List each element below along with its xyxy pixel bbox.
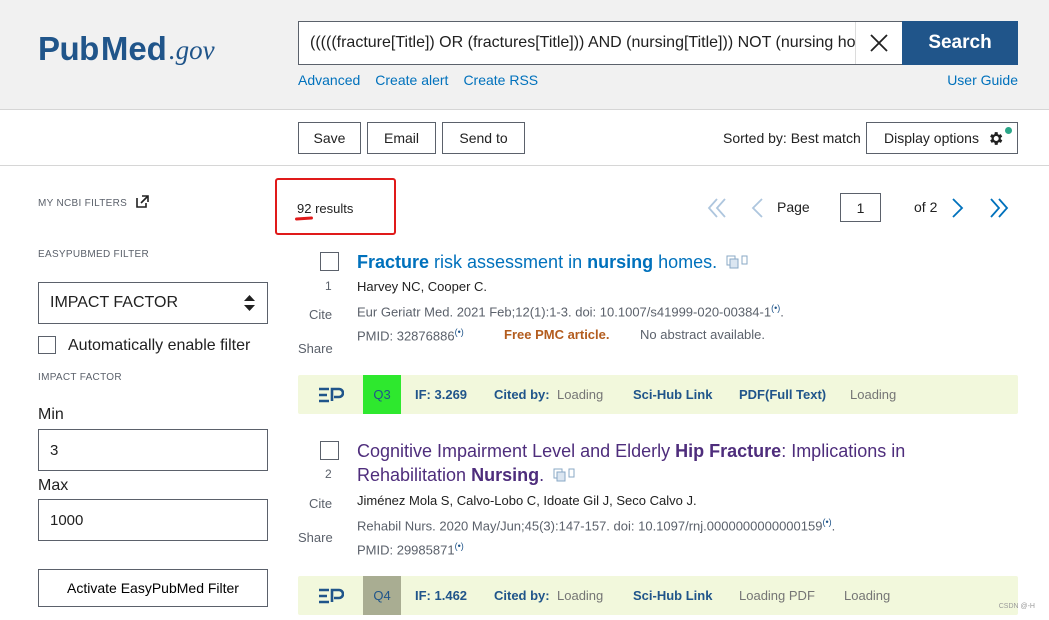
max-label: Max — [38, 477, 69, 494]
result-1-cited-status: Loading — [557, 387, 604, 402]
logo-gov: .gov — [168, 35, 215, 65]
result-2-quartile: Q4 — [363, 576, 401, 615]
result-2-easypubmed-bar: Q4 IF: 1.462 Cited by: Loading Sci-Hub L… — [298, 576, 1018, 615]
advanced-link[interactable]: Advanced — [298, 72, 360, 88]
of-pages-label: of 2 — [914, 199, 938, 215]
easypubmed-logo-icon[interactable] — [298, 387, 363, 403]
full-text-icon — [726, 251, 748, 275]
sort-arrows-icon — [244, 295, 255, 311]
last-page-icon[interactable] — [988, 197, 1010, 219]
result-1-pmid: PMID: 32876886(•) — [357, 327, 464, 344]
broadcast-icon: (•) — [822, 517, 832, 527]
max-input[interactable]: 1000 — [38, 499, 268, 541]
result-1-checkbox[interactable] — [320, 252, 339, 271]
broadcast-icon: (•) — [454, 541, 464, 551]
result-2-authors: Jiménez Mola S, Calvo-Lobo C, Idoate Gil… — [357, 493, 697, 508]
result-2-checkbox[interactable] — [320, 441, 339, 460]
header: Pub Med .gov Search Advanced Create aler… — [0, 0, 1049, 110]
result-1-cited-by: Cited by: — [494, 387, 550, 402]
filter-select[interactable]: IMPACT FACTOR — [38, 282, 268, 324]
easypubmed-filter-label: EASYPUBMED FILTER — [38, 249, 150, 260]
min-input[interactable]: 3 — [38, 429, 268, 471]
result-1-easypubmed-bar: Q3 IF: 3.269 Cited by: Loading Sci-Hub L… — [298, 375, 1018, 414]
result-2-pmid: PMID: 29985871(•) — [357, 541, 464, 558]
create-rss-link[interactable]: Create RSS — [463, 72, 538, 88]
close-icon — [869, 34, 888, 52]
auto-enable-label: Automatically enable filter — [68, 337, 251, 354]
result-2-cited-status: Loading — [557, 588, 604, 603]
external-link-icon — [136, 195, 150, 208]
annotation-highlight-box — [275, 178, 396, 235]
sorted-by-label: Sorted by: Best match — [723, 130, 861, 146]
page-input[interactable]: 1 — [840, 193, 881, 222]
my-ncbi-filters-link[interactable]: MY NCBI FILTERS — [38, 195, 150, 209]
result-2-citation: Rehabil Nurs. 2020 May/Jun;45(3):147-157… — [357, 517, 836, 534]
search-button[interactable]: Search — [902, 21, 1018, 65]
result-2-share-button[interactable]: Share — [298, 530, 333, 545]
result-2-number: 2 — [325, 467, 332, 481]
result-1-no-abstract: No abstract available. — [640, 327, 766, 342]
watermark: CSDN @-H — [998, 603, 1035, 610]
result-1-free-pmc[interactable]: Free PMC article. — [504, 327, 610, 342]
result-1-number: 1 — [325, 279, 332, 293]
activate-filter-button[interactable]: Activate EasyPubMed Filter — [38, 569, 268, 607]
result-1-share-button[interactable]: Share — [298, 341, 333, 356]
result-2-scihub-link[interactable]: Sci-Hub Link — [633, 588, 712, 603]
display-options-button[interactable]: Display options — [866, 122, 1018, 154]
result-2-title[interactable]: Cognitive Impairment Level and Elderly H… — [357, 439, 937, 488]
result-1-pdf-link[interactable]: PDF(Full Text) — [739, 387, 826, 402]
notification-dot — [1005, 127, 1012, 134]
results-toolbar: Save Email Send to Sorted by: Best match… — [0, 110, 1049, 166]
next-page-icon[interactable] — [951, 197, 965, 219]
impact-factor-label: IMPACT FACTOR — [38, 372, 122, 383]
create-alert-link[interactable]: Create alert — [375, 72, 448, 88]
first-page-icon[interactable] — [706, 197, 728, 219]
send-to-button[interactable]: Send to — [442, 122, 525, 154]
search-sublinks: Advanced Create alert Create RSS — [298, 72, 538, 88]
result-2-impact-factor: IF: 1.462 — [415, 588, 468, 603]
logo-med: Med — [100, 30, 167, 67]
full-text-icon — [553, 464, 575, 488]
result-1-title[interactable]: Fracture risk assessment in nursing home… — [357, 250, 937, 275]
result-1-citation: Eur Geriatr Med. 2021 Feb;12(1):1-3. doi… — [357, 303, 784, 320]
broadcast-icon: (•) — [454, 327, 464, 337]
pubmed-logo[interactable]: Pub Med .gov — [38, 24, 215, 68]
result-1-cite-button[interactable]: Cite — [309, 307, 332, 322]
page-label: Page — [777, 199, 810, 215]
broadcast-icon: (•) — [771, 303, 781, 313]
save-button[interactable]: Save — [298, 122, 361, 154]
user-guide-link[interactable]: User Guide — [947, 72, 1018, 88]
result-2-pdf-link[interactable]: Loading PDF — [739, 588, 815, 603]
filter-select-value: IMPACT FACTOR — [50, 294, 179, 311]
result-2-pdf-status: Loading — [844, 588, 891, 603]
auto-enable-checkbox[interactable] — [38, 336, 56, 354]
logo-pub: Pub — [38, 30, 99, 67]
result-2-cited-by: Cited by: — [494, 588, 550, 603]
search-input[interactable] — [299, 23, 855, 63]
easypubmed-logo-icon[interactable] — [298, 588, 363, 604]
result-1-pdf-status: Loading — [850, 387, 897, 402]
result-1-scihub-link[interactable]: Sci-Hub Link — [633, 387, 712, 402]
email-button[interactable]: Email — [367, 122, 436, 154]
display-options-label: Display options — [884, 130, 979, 146]
clear-search-button[interactable] — [855, 22, 901, 64]
min-label: Min — [38, 406, 64, 423]
previous-page-icon[interactable] — [750, 197, 764, 219]
result-1-authors: Harvey NC, Cooper C. — [357, 279, 488, 294]
result-2-cite-button[interactable]: Cite — [309, 496, 332, 511]
result-1-quartile: Q3 — [363, 375, 401, 414]
search-box — [298, 21, 902, 65]
gear-icon — [990, 131, 1003, 145]
result-1-impact-factor: IF: 3.269 — [415, 387, 468, 402]
